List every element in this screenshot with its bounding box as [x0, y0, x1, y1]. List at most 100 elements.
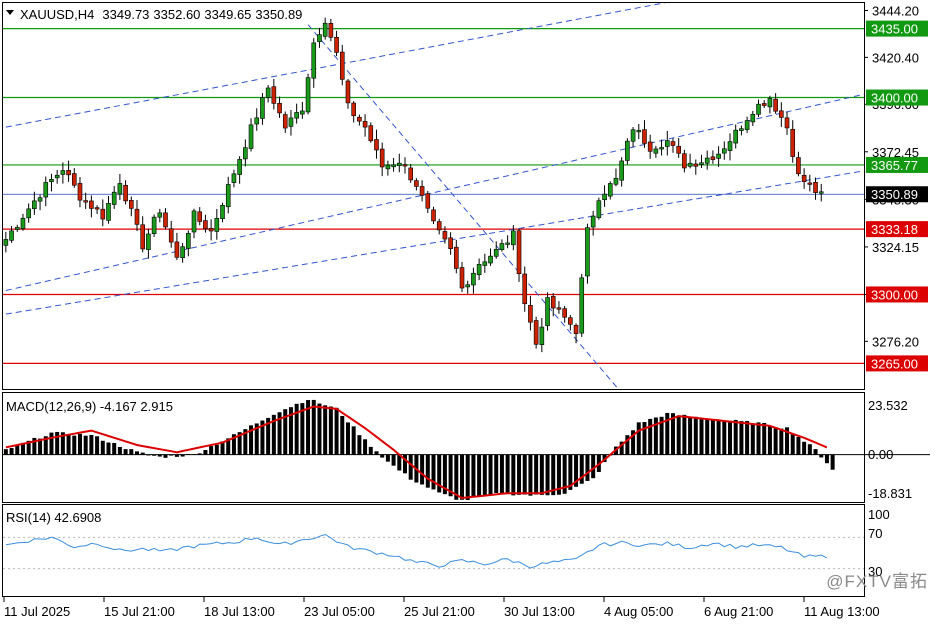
trading-chart[interactable]: 3444.203420.403396.603372.453348.303324.… — [0, 0, 936, 624]
macd-histogram-bar — [750, 424, 755, 455]
candle-body — [493, 249, 499, 257]
macd-histogram-bar — [511, 454, 516, 496]
candle-body — [568, 317, 573, 325]
candle-body — [722, 148, 727, 154]
candle-body — [174, 241, 180, 258]
candle-body — [32, 200, 37, 210]
candle-body — [100, 208, 106, 220]
macd-histogram-bar — [762, 422, 767, 455]
candle-body — [140, 224, 145, 250]
candle-body — [157, 212, 163, 218]
candle-body — [716, 153, 721, 159]
macd-histogram-bar — [460, 454, 465, 500]
main-price-panel[interactable] — [2, 2, 865, 390]
candle-body — [556, 307, 562, 310]
macd-histogram-bar — [648, 418, 653, 455]
macd-histogram-bar — [152, 454, 157, 456]
rsi-scale-70: 70 — [868, 526, 882, 541]
macd-histogram-bar — [134, 451, 139, 455]
macd-histogram-bar — [676, 415, 681, 455]
candle-body — [801, 174, 807, 183]
candle-body — [374, 139, 379, 151]
candle-body — [670, 141, 676, 146]
rsi-scale-100: 100 — [868, 507, 890, 522]
macd-histogram-bar — [197, 453, 202, 455]
macd-histogram-bar — [203, 450, 208, 455]
candle-body — [220, 205, 225, 219]
x-tick-label: 4 Aug 05:00 — [604, 604, 673, 619]
macd-histogram-bar — [528, 454, 533, 496]
level-tag-text-3300.00: 3300.00 — [871, 287, 918, 302]
candle-body — [357, 116, 362, 122]
macd-histogram-bar — [3, 449, 8, 455]
macd-histogram-bar — [465, 454, 470, 501]
macd-histogram-bar — [317, 403, 322, 455]
macd-histogram-bar — [408, 454, 413, 480]
candle-body — [385, 164, 391, 170]
price-tick-label: 3420.40 — [872, 50, 919, 65]
macd-histogram-bar — [494, 454, 499, 493]
macd-histogram-bar — [209, 446, 214, 455]
candle-body — [260, 97, 265, 119]
candle-body — [265, 87, 271, 98]
candle-body — [710, 156, 716, 160]
candle-body — [448, 237, 453, 250]
macd-histogram-bar — [391, 454, 396, 466]
candle-body — [368, 125, 374, 142]
level-tag-text-3265.00: 3265.00 — [871, 356, 918, 371]
candle-body — [442, 231, 448, 240]
candle-body — [704, 157, 710, 164]
candle-body — [511, 230, 516, 246]
candle-body — [505, 242, 510, 245]
candle-body — [20, 217, 26, 229]
candle-body — [756, 103, 761, 115]
candle-body — [83, 200, 88, 203]
candle-body — [191, 210, 197, 233]
candle-body — [630, 129, 636, 142]
candle-body — [733, 129, 739, 144]
x-tick-label: 23 Jul 05:00 — [304, 604, 375, 619]
candle-body — [66, 170, 71, 176]
macd-histogram-bar — [773, 427, 778, 455]
candle-body — [590, 215, 596, 228]
macd-histogram-bar — [363, 439, 368, 455]
macd-histogram-bar — [169, 454, 174, 456]
macd-histogram-bar — [779, 428, 784, 455]
candle-body — [106, 202, 111, 221]
candle-body — [180, 246, 185, 259]
macd-histogram-bar — [488, 454, 493, 495]
candle-body — [431, 209, 436, 222]
candle-body — [186, 233, 191, 249]
candle-body — [305, 77, 311, 113]
candle-body — [539, 326, 545, 346]
candle-body — [659, 147, 664, 150]
macd-histogram-bar — [699, 418, 704, 455]
macd-histogram-bar — [796, 436, 801, 455]
candle-body — [231, 173, 237, 183]
candle-body — [419, 186, 425, 196]
macd-histogram-bar — [77, 433, 82, 455]
candle-body — [579, 277, 585, 334]
macd-histogram-bar — [813, 449, 818, 455]
macd-histogram-bar — [517, 454, 522, 495]
candle-body — [653, 148, 659, 154]
candle-body — [647, 141, 653, 152]
candle-body — [750, 113, 756, 123]
macd-histogram-bar — [112, 442, 117, 455]
level-tag-text-3400.00: 3400.00 — [871, 91, 918, 106]
macd-histogram-bar — [180, 454, 185, 457]
macd-histogram-bar — [214, 444, 219, 455]
macd-histogram-bar — [328, 406, 333, 455]
candle-body — [767, 98, 773, 108]
candle-body — [123, 184, 128, 202]
candle-body — [414, 180, 419, 187]
candle-body — [26, 208, 31, 219]
macd-histogram-bar — [585, 454, 590, 481]
candle-body — [254, 117, 260, 125]
macd-histogram-bar — [722, 420, 727, 455]
macd-histogram-bar — [186, 454, 191, 455]
macd-histogram-bar — [425, 454, 430, 488]
macd-histogram-bar — [129, 449, 134, 455]
macd-histogram-bar — [733, 419, 738, 455]
macd-histogram-bar — [49, 432, 54, 455]
